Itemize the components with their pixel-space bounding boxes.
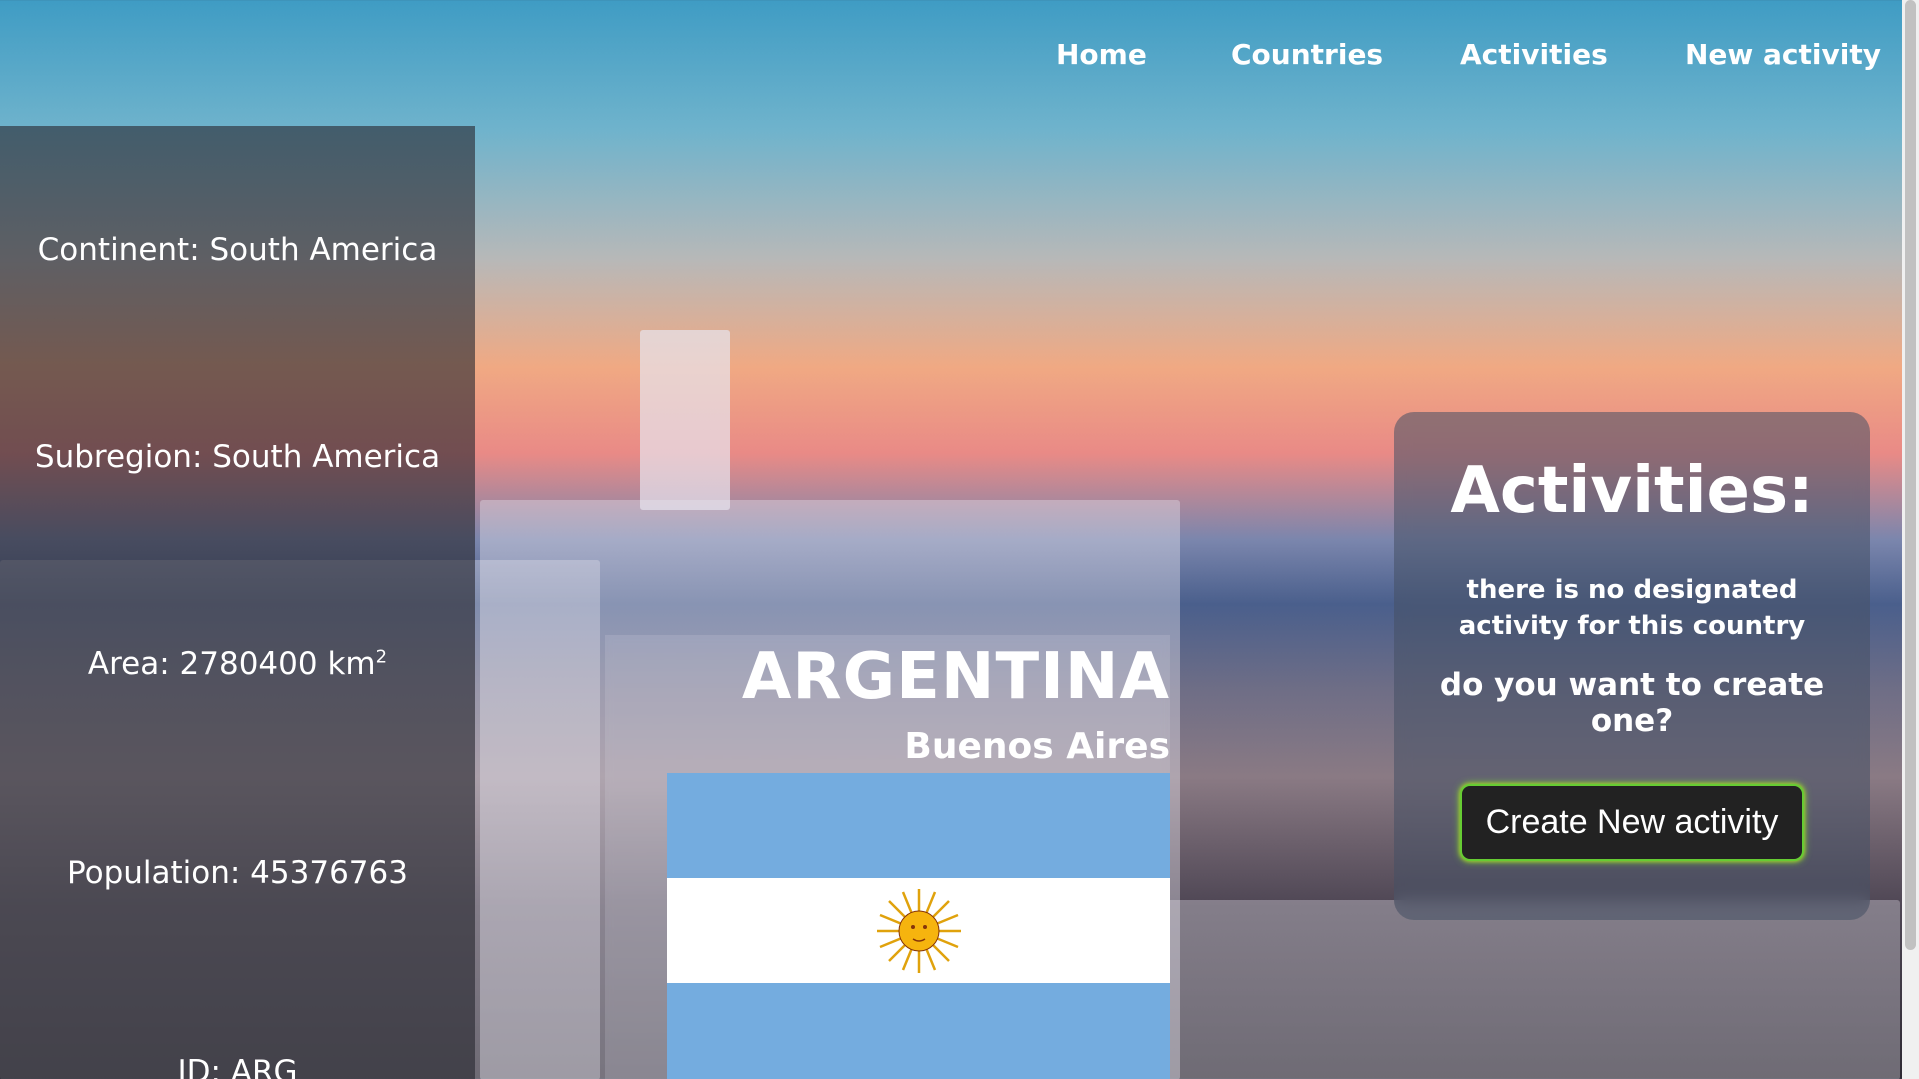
subregion: Subregion: South America: [34, 439, 441, 475]
area: Area: 2780400 km2: [87, 646, 388, 682]
nav-new-activity[interactable]: New activity: [1685, 38, 1881, 71]
country-details-panel: Continent: South America Subregion: Sout…: [0, 126, 475, 1079]
create-new-activity-button[interactable]: Create New activity: [1460, 784, 1804, 861]
create-prompt: do you want to create one?: [1439, 667, 1825, 739]
nav-activities[interactable]: Activities: [1460, 38, 1608, 71]
vertical-scrollbar[interactable]: [1902, 0, 1919, 1079]
no-activities-message: there is no designated activity for this…: [1458, 575, 1806, 641]
country-flag: [667, 773, 1170, 1079]
scrollbar-thumb[interactable]: [1905, 0, 1916, 950]
country-capital: Buenos Aires: [904, 726, 1170, 767]
country-name: ARGENTINA: [741, 640, 1170, 714]
nav-countries[interactable]: Countries: [1231, 38, 1383, 71]
sun-of-may-icon: [876, 888, 961, 973]
continent: Continent: South America: [37, 232, 438, 268]
country-id: ID: ARG: [177, 1054, 298, 1079]
nav-home[interactable]: Home: [1056, 38, 1147, 71]
top-nav: Home Countries Activities New activity: [19, 38, 1919, 86]
population: Population: 45376763: [67, 855, 408, 891]
activities-title: Activities:: [1450, 454, 1814, 528]
activities-card: Activities: there is no designated activ…: [1394, 412, 1870, 920]
